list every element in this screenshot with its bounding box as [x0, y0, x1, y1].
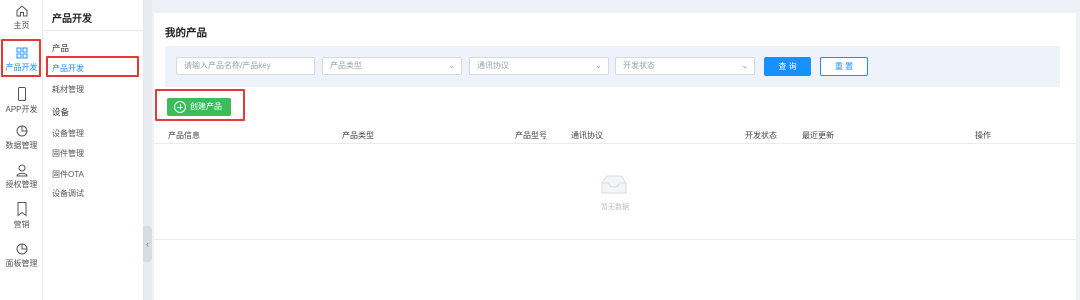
- submenu-group-product: 产品: [52, 43, 70, 53]
- grid-icon: [16, 47, 27, 59]
- rail-item-auth-mgmt[interactable]: 授权管理: [0, 163, 43, 190]
- dev-status-select[interactable]: 开发状态 ⌄: [615, 57, 755, 75]
- col-protocol: 通讯协议: [571, 131, 603, 140]
- submenu-title: 产品开发: [52, 14, 92, 25]
- rail-item-label: 面板管理: [5, 259, 38, 268]
- search-input[interactable]: 请输入产品名称/产品key: [176, 57, 315, 75]
- empty-state-text: 暂无数据: [601, 204, 629, 211]
- col-actions: 操作: [975, 131, 991, 140]
- col-last-updated: 最近更新: [802, 131, 834, 140]
- chevron-down-icon: ⌄: [448, 61, 455, 70]
- rail-item-panel-mgmt[interactable]: 面板管理: [0, 242, 43, 269]
- submenu-item-firmware-ota[interactable]: 固件OTA: [52, 169, 84, 180]
- phone-icon: [17, 87, 26, 101]
- product-type-select-label: 产品类型: [330, 61, 362, 70]
- rail-item-marketing[interactable]: 营销: [0, 201, 43, 230]
- submenu-item-firmware-mgmt[interactable]: 固件管理: [52, 148, 84, 159]
- rail-item-product-dev[interactable]: 产品开发: [0, 46, 43, 73]
- rail-item-label: 主页: [13, 21, 30, 30]
- pie-chart-icon: [16, 243, 27, 255]
- col-product-model: 产品型号: [515, 131, 547, 140]
- empty-inbox-icon: [601, 175, 627, 194]
- query-button[interactable]: 查 询: [764, 57, 811, 76]
- col-product-type: 产品类型: [342, 131, 374, 140]
- product-type-select[interactable]: 产品类型 ⌄: [322, 57, 462, 75]
- rail-item-label: 授权管理: [5, 180, 38, 189]
- rail-item-label: 营销: [13, 220, 30, 229]
- col-dev-status: 开发状态: [745, 131, 777, 140]
- plus-circle-icon: [174, 101, 186, 113]
- submenu-item-consumables[interactable]: 耗材管理: [52, 84, 84, 95]
- user-icon: [15, 164, 28, 177]
- home-icon: [16, 5, 27, 17]
- page-title: 我的产品: [165, 27, 207, 39]
- bookmark-icon: [17, 202, 26, 217]
- table-header: 产品信息 产品类型 产品型号 通讯协议 开发状态 最近更新 操作: [154, 126, 1076, 144]
- protocol-select[interactable]: 通讯协议 ⌄: [469, 57, 609, 75]
- submenu-panel: 产品开发 产品 产品开发 耗材管理 设备 设备管理 固件管理 固件OTA 设备调…: [43, 0, 143, 300]
- submenu-item-device-debug[interactable]: 设备调试: [52, 188, 84, 199]
- rail-item-label: 产品开发: [5, 63, 38, 72]
- submenu-item-product-dev[interactable]: 产品开发: [52, 63, 84, 74]
- col-product-info: 产品信息: [168, 131, 200, 140]
- rail-item-app-dev[interactable]: APP开发: [0, 86, 43, 115]
- pie-chart-icon: [16, 125, 27, 137]
- chevron-down-icon: ⌄: [741, 61, 748, 70]
- sidebar-collapse-button[interactable]: ‹: [143, 226, 152, 262]
- chevron-down-icon: ⌄: [595, 61, 602, 70]
- rail-item-label: APP开发: [5, 105, 38, 114]
- table-bottom-divider: [154, 239, 1076, 240]
- dev-status-select-label: 开发状态: [623, 61, 655, 70]
- rail-item-data-mgmt[interactable]: 数据管理: [0, 124, 43, 151]
- main-nav-rail: 主页 产品开发 APP开发 数据管理 授权管理 营销 面板管理: [0, 0, 43, 300]
- protocol-select-label: 通讯协议: [477, 61, 509, 70]
- submenu-item-device-mgmt[interactable]: 设备管理: [52, 128, 84, 139]
- rail-item-home[interactable]: 主页: [0, 4, 43, 31]
- submenu-group-device: 设备: [52, 107, 70, 117]
- create-product-button[interactable]: 创建产品: [167, 98, 231, 116]
- submenu-divider: [43, 30, 143, 31]
- product-list-card: 我的产品 请输入产品名称/产品key 产品类型 ⌄ 通讯协议 ⌄ 开发状态 ⌄ …: [154, 13, 1076, 300]
- rail-item-label: 数据管理: [5, 141, 38, 150]
- create-product-label: 创建产品: [190, 102, 222, 111]
- filter-bar: 请输入产品名称/产品key 产品类型 ⌄ 通讯协议 ⌄ 开发状态 ⌄ 查 询 重…: [165, 46, 1060, 87]
- reset-button[interactable]: 重 置: [820, 57, 868, 76]
